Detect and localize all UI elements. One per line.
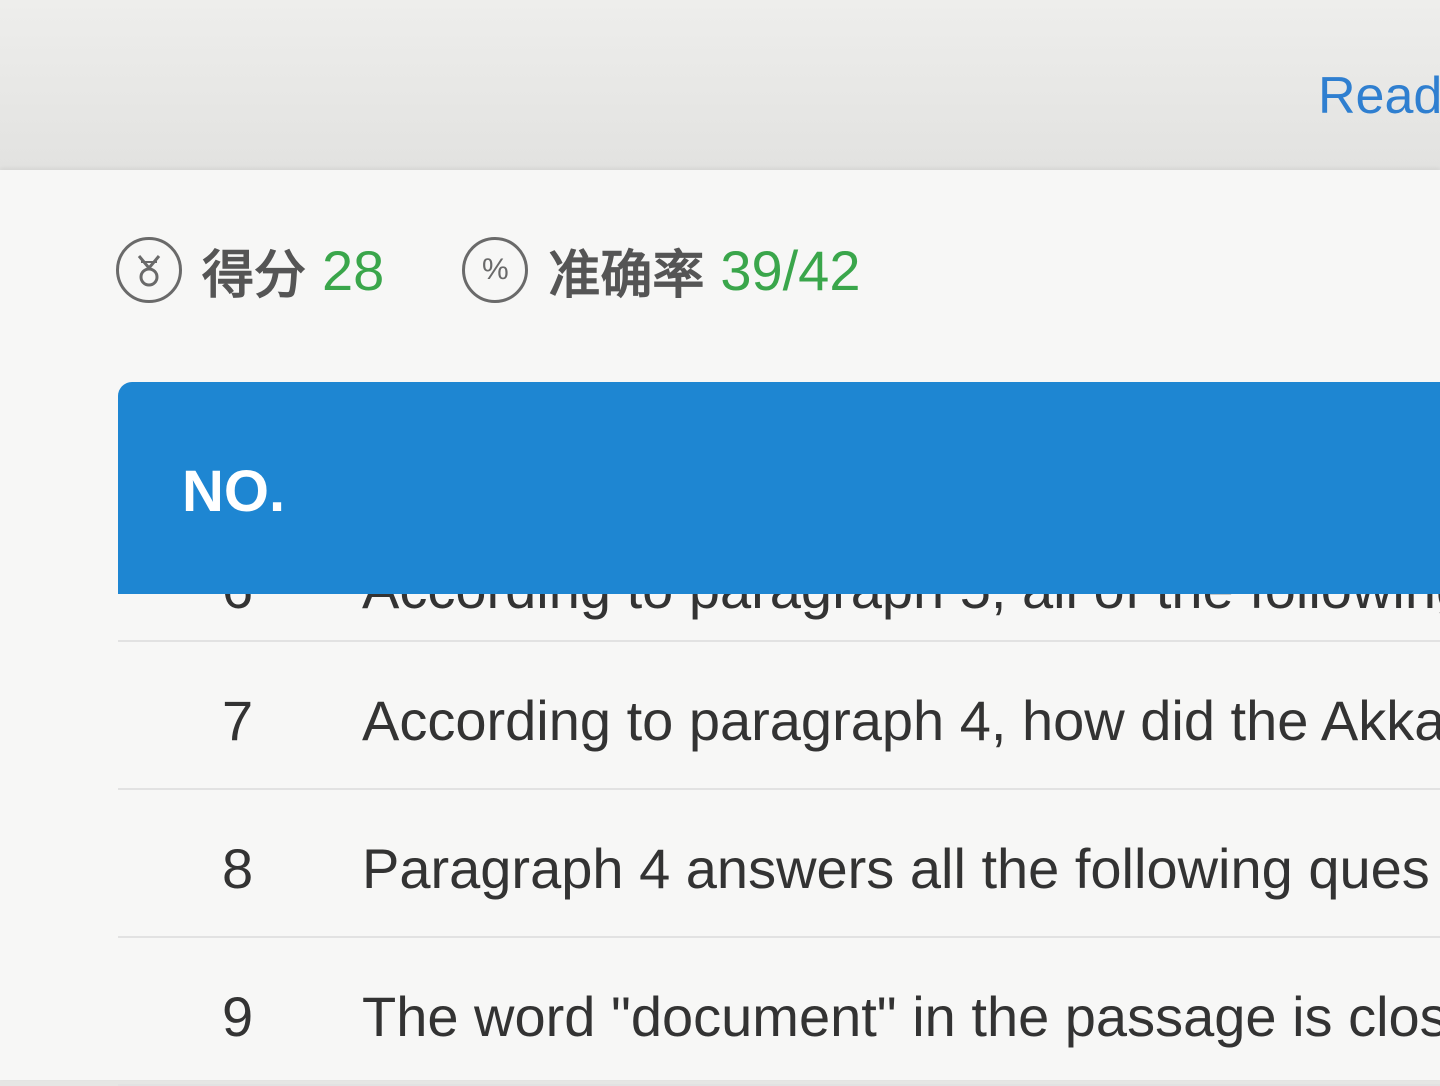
question-text[interactable]: Paragraph 4 answers all the following qu… bbox=[362, 836, 1430, 901]
question-text[interactable]: The word "document" in the passage is cl… bbox=[362, 984, 1440, 1049]
question-number: 9 bbox=[222, 985, 254, 1048]
question-number: 7 bbox=[222, 689, 254, 752]
score-stat: 得分 28 bbox=[116, 233, 384, 308]
question-table: NO. 6 According to paragraph 5, all of t… bbox=[118, 382, 1440, 1086]
table-row[interactable]: 7 According to paragraph 4, how did the … bbox=[118, 642, 1440, 790]
score-value: 28 bbox=[322, 238, 385, 302]
accuracy-stat: % 准确率 39/42 bbox=[462, 233, 860, 308]
read-link[interactable]: Read bbox=[1318, 66, 1440, 126]
table-body: 6 According to paragraph 5, all of the f… bbox=[118, 560, 1440, 1086]
question-text[interactable]: According to paragraph 4, how did the Ak… bbox=[362, 688, 1440, 753]
percent-icon: % bbox=[462, 237, 529, 303]
accuracy-label: 准确率 bbox=[548, 246, 705, 305]
score-label: 得分 bbox=[202, 246, 307, 305]
table-row[interactable]: 9 The word "document" in the passage is … bbox=[118, 938, 1440, 1086]
top-bar: Read bbox=[0, 0, 1440, 170]
accuracy-value: 39/42 bbox=[720, 238, 861, 302]
question-number: 8 bbox=[222, 837, 254, 900]
column-header-no: NO. bbox=[182, 459, 286, 524]
table-row[interactable]: 8 Paragraph 4 answers all the following … bbox=[118, 790, 1440, 938]
medal-icon bbox=[116, 237, 182, 303]
stats-bar: 得分 28 % 准确率 39/42 bbox=[116, 230, 938, 310]
table-header: NO. bbox=[118, 382, 1440, 594]
